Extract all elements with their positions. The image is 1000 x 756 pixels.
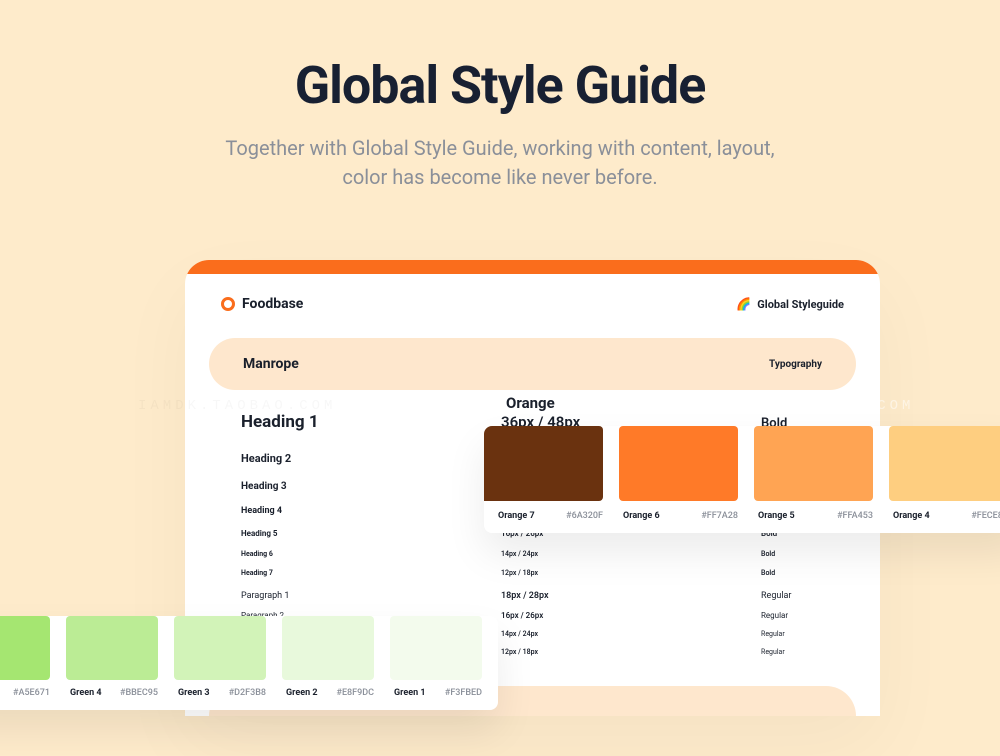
swatch-hex: #E8F9DC <box>337 688 374 698</box>
brand: Foodbase <box>221 296 303 312</box>
typo-weight: Bold <box>761 569 824 577</box>
card-header: Foodbase 🌈 Global Styleguide <box>185 274 880 338</box>
swatch-label: Green 3 #D2F3B8 <box>174 688 266 698</box>
typo-weight: Bold <box>761 550 824 558</box>
typo-size: 14px / 24px <box>501 630 761 638</box>
typo-name: Heading 2 <box>241 452 501 465</box>
rainbow-icon: 🌈 <box>736 297 751 311</box>
swatch-hex: #FECE80 <box>971 511 1000 521</box>
swatch-hex: #D2F3B8 <box>229 688 266 698</box>
typo-row: Paragraph 1 18px / 28px Regular <box>241 591 824 601</box>
swatch-green-2 <box>282 616 374 680</box>
typo-weight: Regular <box>761 630 824 638</box>
page-title: Global Style Guide <box>0 55 1000 116</box>
swatch-green-3 <box>174 616 266 680</box>
typo-size: 18px / 28px <box>501 591 761 601</box>
swatch-label: #A5E671 <box>0 688 50 698</box>
swatch-green-4 <box>66 616 158 680</box>
swatch-hex: #F3FBED <box>445 688 482 698</box>
typo-name: Heading 4 <box>241 506 501 516</box>
typo-weight: Regular <box>761 591 824 601</box>
swatch-name: Green 1 <box>390 688 426 698</box>
swatch-label: Green 4 #BBEC95 <box>66 688 158 698</box>
swatch-row <box>0 616 498 680</box>
swatch-label: Orange 7 #6A320F <box>484 511 603 521</box>
typo-name: Heading 3 <box>241 481 501 492</box>
swatch-name: Green 4 <box>66 688 102 698</box>
typo-name: Paragraph 1 <box>241 591 501 601</box>
header-right: 🌈 Global Styleguide <box>736 297 844 311</box>
typo-size: 12px / 18px <box>501 569 761 577</box>
swatch-green-1 <box>390 616 482 680</box>
swatch-label: Orange 5 #FFA453 <box>754 511 873 521</box>
swatch-name: Green 2 <box>282 688 318 698</box>
swatch-hex: #BBEC95 <box>120 688 158 698</box>
typo-weight: Regular <box>761 648 824 656</box>
header-right-label: Global Styleguide <box>757 298 844 311</box>
swatch-label-row: #A5E671 Green 4 #BBEC95 Green 3 #D2F3B8 … <box>0 688 498 698</box>
typo-weight: Regular <box>761 611 824 620</box>
swatch-orange-6 <box>619 426 738 501</box>
green-swatch-panel: #A5E671 Green 4 #BBEC95 Green 3 #D2F3B8 … <box>0 616 498 710</box>
brand-logo-icon <box>221 297 235 311</box>
swatch-label: Green 1 #F3FBED <box>390 688 482 698</box>
font-family-label: Manrope <box>243 356 299 372</box>
swatch-label: Orange 4 #FECE80 <box>889 511 1000 521</box>
brand-name: Foodbase <box>242 296 303 312</box>
swatch-name: Orange 6 <box>619 511 660 521</box>
typo-name: Heading 6 <box>241 550 501 558</box>
typo-name: Heading 1 <box>241 412 501 432</box>
watermark: IAMDK.TAOBAO.COM <box>716 398 914 414</box>
typo-name: Heading 5 <box>241 529 501 538</box>
swatch-hex: #FF7A28 <box>701 511 738 521</box>
section-pill-typography: Manrope Typography <box>209 338 856 390</box>
swatch-hex: #FFA453 <box>837 511 873 521</box>
swatch-label-row: Orange 7 #6A320F Orange 6 #FF7A28 Orange… <box>484 511 1000 521</box>
swatch-hex: #A5E671 <box>3 688 50 698</box>
swatch-label: Orange 6 #FF7A28 <box>619 511 738 521</box>
orange-swatch-panel: Orange Orange 7 #6A320F Orange 6 #FF7A28… <box>484 394 1000 533</box>
swatch-orange-4 <box>889 426 1000 501</box>
swatch-name: Orange 4 <box>889 511 930 521</box>
page-subtitle: Together with Global Style Guide, workin… <box>220 134 780 192</box>
swatch-orange-5 <box>754 426 873 501</box>
swatch-green-5 <box>0 616 50 680</box>
hero: Global Style Guide Together with Global … <box>0 0 1000 192</box>
swatch-name: Orange 7 <box>484 511 535 521</box>
card-accent-bar <box>185 260 880 274</box>
watermark: IAMDK.TAOBAO.COM <box>138 398 336 414</box>
typo-size: 12px / 18px <box>501 648 761 656</box>
typo-size: 14px / 24px <box>501 550 761 558</box>
typo-row: Heading 7 12px / 18px Bold <box>241 569 824 577</box>
swatch-panel: Orange 7 #6A320F Orange 6 #FF7A28 Orange… <box>484 426 1000 533</box>
swatch-label: Green 2 #E8F9DC <box>282 688 374 698</box>
typo-name: Heading 7 <box>241 569 501 577</box>
typo-row: Heading 6 14px / 24px Bold <box>241 550 824 558</box>
swatch-hex: #6A320F <box>566 511 603 521</box>
swatch-name: Green 3 <box>174 688 210 698</box>
swatch-orange-7 <box>484 426 603 501</box>
typo-size: 16px / 26px <box>501 611 761 620</box>
swatch-row <box>484 426 1000 501</box>
section-pill-title: Typography <box>769 359 822 370</box>
swatch-name: Orange 5 <box>754 511 795 521</box>
